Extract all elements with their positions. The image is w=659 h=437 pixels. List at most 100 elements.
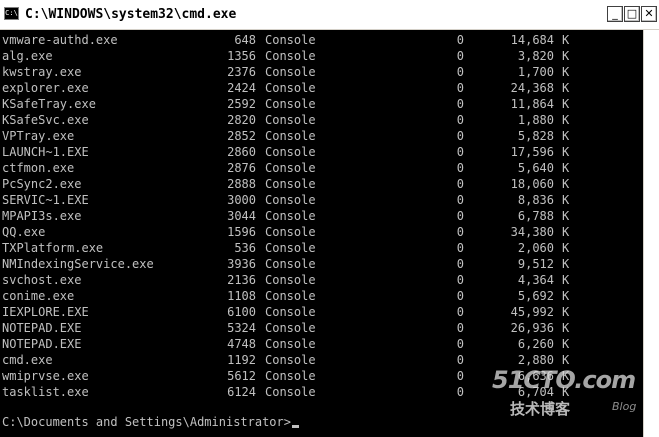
memory-unit: K [562,193,570,207]
process-name: explorer.exe [2,81,89,95]
session-name: Console [265,161,316,175]
process-pid: 4748 [227,337,256,351]
process-pid: 1596 [227,225,256,239]
text-cursor [291,425,299,428]
process-pid: 1192 [227,353,256,367]
memory-usage: 3,820 [517,49,554,63]
task-row: svchost.exe 2136 Console 0 4,364 K [0,272,643,288]
memory-usage: 2,880 [517,353,554,367]
session-number: 0 [456,337,464,351]
session-number: 0 [456,33,464,47]
session-name: Console [265,273,316,287]
memory-usage: 34,380 [510,225,554,239]
session-number: 0 [456,81,464,95]
process-name: kwstray.exe [2,65,82,79]
memory-unit: K [562,241,570,255]
session-name: Console [265,113,316,127]
session-number: 0 [456,369,464,383]
task-row: NOTEPAD.EXE 4748 Console 0 6,260 K [0,336,643,352]
process-name: LAUNCH~1.EXE [2,145,89,159]
process-name: NMIndexingService.exe [2,257,154,271]
process-pid: 2136 [227,273,256,287]
memory-unit: K [562,145,570,159]
console-app-icon[interactable]: C:\ [4,7,19,20]
session-name: Console [265,49,316,63]
session-name: Console [265,33,316,47]
window-title: C:\WINDOWS\system32\cmd.exe [25,7,237,22]
session-name: Console [265,225,316,239]
process-name: VPTray.exe [2,129,75,143]
session-name: Console [265,177,316,191]
memory-usage: 5,828 [517,129,554,143]
task-row: cmd.exe 1192 Console 0 2,880 K [0,352,643,368]
memory-unit: K [562,129,570,143]
task-row: LAUNCH~1.EXE 2860 Console 0 17,596 K [0,144,643,160]
minimize-button[interactable]: _ [607,6,623,22]
process-pid: 2592 [227,97,256,111]
session-name: Console [265,97,316,111]
memory-unit: K [562,385,570,399]
process-pid: 1108 [227,289,256,303]
session-number: 0 [456,49,464,63]
task-row: NMIndexingService.exe 3936 Console 0 9,512 K [0,256,643,272]
session-number: 0 [456,145,464,159]
memory-unit: K [562,289,570,303]
maximize-button[interactable]: □ [624,6,640,22]
session-name: Console [265,145,316,159]
task-row: explorer.exe 2424 Console 0 24,368 K [0,80,643,96]
prompt-text: C:\Documents and Settings\Administrator> [2,415,291,429]
process-name: vmware-authd.exe [2,33,118,47]
memory-unit: K [562,33,570,47]
process-name: KSafeSvc.exe [2,113,89,127]
process-name: NOTEPAD.EXE [2,321,82,335]
session-number: 0 [456,305,464,319]
memory-unit: K [562,225,570,239]
session-name: Console [265,81,316,95]
memory-unit: K [562,113,570,127]
session-name: Console [265,321,316,335]
cmd-window: C:\ C:\WINDOWS\system32\cmd.exe _ □ ✕ vm… [0,0,659,437]
process-pid: 1356 [227,49,256,63]
scrollbar-thumb[interactable] [643,30,659,437]
memory-unit: K [562,81,570,95]
process-name: QQ.exe [2,225,46,239]
session-name: Console [265,129,316,143]
session-number: 0 [456,177,464,191]
memory-unit: K [562,369,570,383]
process-pid: 536 [234,241,256,255]
session-number: 0 [456,321,464,335]
title-bar[interactable]: C:\ C:\WINDOWS\system32\cmd.exe _ □ ✕ [0,0,659,30]
process-name: PcSync2.exe [2,177,82,191]
process-name: tasklist.exe [2,385,89,399]
task-row: VPTray.exe 2852 Console 0 5,828 K [0,128,643,144]
session-name: Console [265,353,316,367]
memory-usage: 5,640 [517,161,554,175]
task-row: alg.exe 1356 Console 0 3,820 K [0,48,643,64]
session-number: 0 [456,241,464,255]
command-prompt-line[interactable]: C:\Documents and Settings\Administrator> [2,414,299,430]
memory-unit: K [562,257,570,271]
session-number: 0 [456,65,464,79]
process-name: cmd.exe [2,353,53,367]
process-name: NOTEPAD.EXE [2,337,82,351]
process-name: MPAPI3s.exe [2,209,82,223]
memory-unit: K [562,97,570,111]
vertical-scrollbar[interactable] [643,30,659,437]
task-row: conime.exe 1108 Console 0 5,692 K [0,288,643,304]
task-row: vmware-authd.exe 648 Console 0 14,684 K [0,32,643,48]
process-name: svchost.exe [2,273,82,287]
close-button[interactable]: ✕ [641,6,657,22]
process-pid: 2376 [227,65,256,79]
session-name: Console [265,337,316,351]
task-row: SERVIC~1.EXE 3000 Console 0 8,836 K [0,192,643,208]
memory-usage: 45,992 [510,305,554,319]
session-name: Console [265,209,316,223]
session-number: 0 [456,97,464,111]
memory-usage: 8,836 [517,193,554,207]
process-pid: 6124 [227,385,256,399]
console-output[interactable]: vmware-authd.exe 648 Console 0 14,684 Kalg.ex… [0,30,643,437]
process-pid: 2820 [227,113,256,127]
task-row: MPAPI3s.exe 3044 Console 0 6,788 K [0,208,643,224]
task-row: KSafeSvc.exe 2820 Console 0 1,880 K [0,112,643,128]
memory-usage: 9,512 [517,257,554,271]
